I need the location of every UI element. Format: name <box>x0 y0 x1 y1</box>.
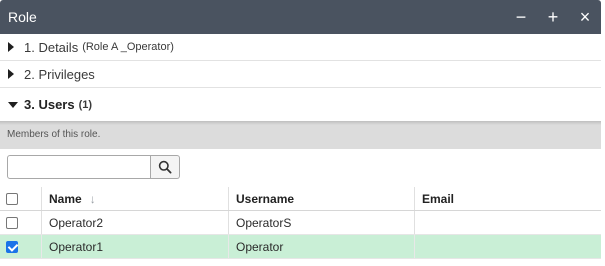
cell-username: OperatorS <box>229 211 415 234</box>
window-titlebar: Role − + × <box>0 0 601 34</box>
row-select-cell <box>0 235 42 258</box>
search-input[interactable] <box>7 155 151 179</box>
section-privileges[interactable]: 2. Privileges <box>0 61 601 88</box>
minimize-icon[interactable]: − <box>505 0 537 34</box>
column-header-username-label: Username <box>236 191 295 206</box>
column-header-email-label: Email <box>422 191 455 206</box>
users-table: Name ↓ Username Email Operator2 Operator… <box>0 187 601 259</box>
expand-right-icon <box>8 42 20 52</box>
row-checkbox[interactable] <box>6 240 18 253</box>
cell-name: Operator1 <box>42 235 229 258</box>
sort-down-icon: ↓ <box>89 191 96 206</box>
users-description: Members of this role. <box>7 129 101 140</box>
section-detail: (Role A _Operator) <box>82 41 174 53</box>
cell-username: Operator <box>229 235 415 258</box>
section-count: (1) <box>78 98 93 111</box>
collapse-down-icon <box>8 101 20 108</box>
cell-email <box>415 211 601 234</box>
table-row[interactable]: Operator1 Operator <box>0 235 601 259</box>
table-header: Name ↓ Username Email <box>0 187 601 211</box>
cell-email <box>415 235 601 258</box>
search-icon <box>158 160 172 174</box>
section-label: 1. Details <box>24 39 79 55</box>
close-icon[interactable]: × <box>569 0 601 34</box>
section-details[interactable]: 1. Details (Role A _Operator) <box>0 34 601 61</box>
column-header-username[interactable]: Username <box>229 187 415 210</box>
expand-right-icon <box>8 69 20 79</box>
divider <box>0 121 601 125</box>
section-label: 2. Privileges <box>24 66 95 82</box>
column-header-name-label: Name <box>49 191 82 206</box>
select-all-checkbox[interactable] <box>6 192 18 205</box>
section-label: 3. Users <box>24 97 75 112</box>
cell-name: Operator2 <box>42 211 229 234</box>
row-select-cell <box>0 211 42 234</box>
maximize-icon[interactable]: + <box>537 0 569 34</box>
search-bar <box>7 155 180 179</box>
select-all-cell <box>0 187 42 210</box>
users-panel: Name ↓ Username Email Operator2 Operator… <box>0 149 601 266</box>
column-header-email[interactable]: Email <box>415 187 601 210</box>
section-users[interactable]: 3. Users (1) <box>0 88 601 121</box>
search-button[interactable] <box>151 155 180 179</box>
window-title: Role <box>8 9 37 25</box>
row-checkbox[interactable] <box>6 216 18 229</box>
table-row[interactable]: Operator2 OperatorS <box>0 211 601 235</box>
column-header-name[interactable]: Name ↓ <box>42 187 229 210</box>
window-controls: − + × <box>505 0 601 34</box>
